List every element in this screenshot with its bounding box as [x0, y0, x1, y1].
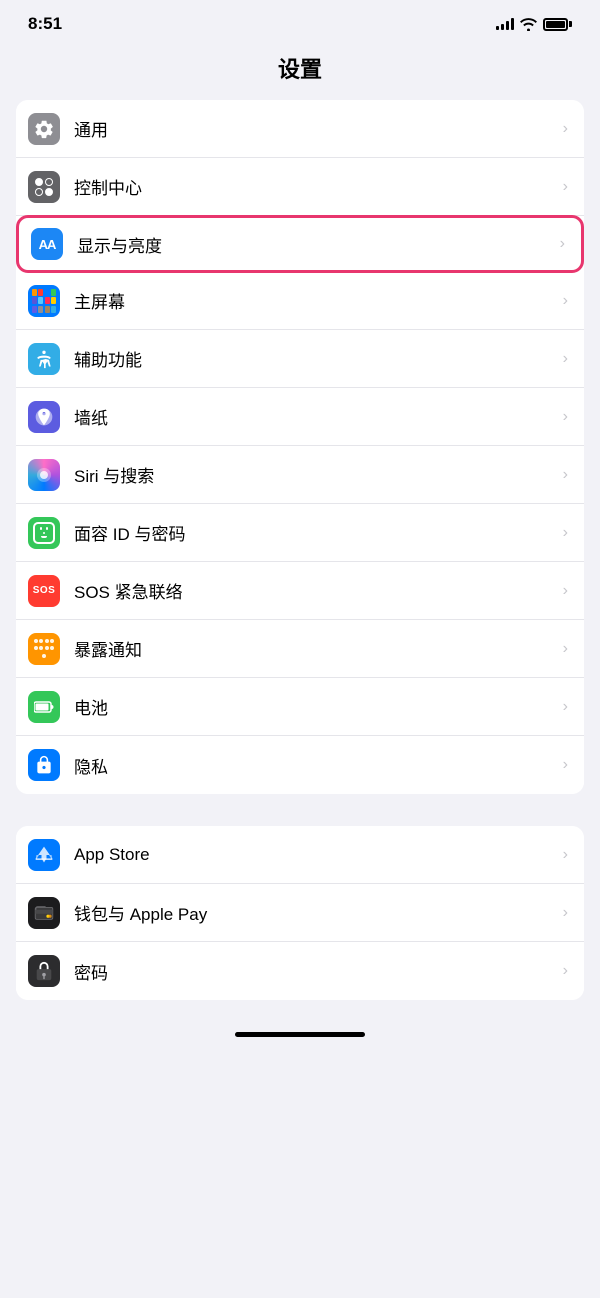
settings-item-display[interactable]: AA 显示与亮度 ›: [16, 215, 584, 273]
wallpaper-label: 墙纸: [74, 404, 559, 429]
settings-item-home-screen[interactable]: 主屏幕 ›: [16, 272, 584, 330]
settings-group-1: 通用 › 控制中心 › AA 显示与亮度 ›: [16, 100, 584, 794]
settings-item-sos[interactable]: SOS SOS 紧急联络 ›: [16, 562, 584, 620]
siri-icon: [28, 459, 60, 491]
accessibility-icon: [28, 343, 60, 375]
settings-group-2: App Store › 钱包与 Apple Pay › 密码: [16, 826, 584, 1000]
app-store-chevron: ›: [563, 846, 568, 864]
control-center-label: 控制中心: [74, 174, 559, 199]
home-indicator: [235, 1032, 365, 1037]
settings-item-face-id[interactable]: 面容 ID 与密码 ›: [16, 504, 584, 562]
display-icon: AA: [31, 228, 63, 260]
settings-item-battery[interactable]: 电池 ›: [16, 678, 584, 736]
privacy-chevron: ›: [563, 756, 568, 774]
settings-item-wallpaper[interactable]: 墙纸 ›: [16, 388, 584, 446]
status-bar: 8:51: [0, 0, 600, 44]
page-title: 设置: [0, 52, 600, 84]
settings-item-app-store[interactable]: App Store ›: [16, 826, 584, 884]
control-center-icon: [28, 171, 60, 203]
exposure-icon: [28, 633, 60, 665]
exposure-label: 暴露通知: [74, 636, 559, 661]
home-screen-label: 主屏幕: [74, 288, 559, 313]
accessibility-chevron: ›: [563, 350, 568, 368]
exposure-chevron: ›: [563, 640, 568, 658]
face-id-chevron: ›: [563, 524, 568, 542]
battery-label: 电池: [74, 694, 559, 719]
accessibility-label: 辅助功能: [74, 346, 559, 371]
passwords-label: 密码: [74, 959, 559, 984]
siri-chevron: ›: [563, 466, 568, 484]
settings-item-accessibility[interactable]: 辅助功能 ›: [16, 330, 584, 388]
siri-label: Siri 与搜索: [74, 462, 559, 487]
general-icon: [28, 113, 60, 145]
status-icons: [496, 18, 572, 31]
settings-item-exposure[interactable]: 暴露通知 ›: [16, 620, 584, 678]
settings-item-wallet[interactable]: 钱包与 Apple Pay ›: [16, 884, 584, 942]
face-id-label: 面容 ID 与密码: [74, 520, 559, 545]
wallpaper-chevron: ›: [563, 408, 568, 426]
wifi-icon: [520, 18, 537, 31]
battery-settings-icon: [28, 691, 60, 723]
home-screen-icon: [28, 285, 60, 317]
app-store-label: App Store: [74, 845, 559, 865]
page-title-container: 设置: [0, 44, 600, 100]
control-center-chevron: ›: [563, 178, 568, 196]
settings-item-control-center[interactable]: 控制中心 ›: [16, 158, 584, 216]
settings-item-siri[interactable]: Siri 与搜索 ›: [16, 446, 584, 504]
sos-icon: SOS: [28, 575, 60, 607]
wallet-label: 钱包与 Apple Pay: [74, 900, 559, 925]
battery-icon: [543, 18, 572, 31]
wallpaper-icon: [28, 401, 60, 433]
face-id-icon: [28, 517, 60, 549]
sos-chevron: ›: [563, 582, 568, 600]
privacy-icon: [28, 749, 60, 781]
display-chevron: ›: [560, 235, 565, 253]
app-store-icon: [28, 839, 60, 871]
wallet-icon: [28, 897, 60, 929]
home-screen-chevron: ›: [563, 292, 568, 310]
display-label: 显示与亮度: [77, 232, 556, 257]
status-time: 8:51: [28, 14, 62, 34]
privacy-label: 隐私: [74, 753, 559, 778]
settings-item-passwords[interactable]: 密码 ›: [16, 942, 584, 1000]
settings-item-privacy[interactable]: 隐私 ›: [16, 736, 584, 794]
battery-chevron: ›: [563, 698, 568, 716]
general-label: 通用: [74, 116, 559, 141]
wallet-chevron: ›: [563, 904, 568, 922]
general-chevron: ›: [563, 120, 568, 138]
settings-item-general[interactable]: 通用 ›: [16, 100, 584, 158]
passwords-icon: [28, 955, 60, 987]
passwords-chevron: ›: [563, 962, 568, 980]
signal-icon: [496, 18, 514, 30]
sos-label: SOS 紧急联络: [74, 578, 559, 603]
